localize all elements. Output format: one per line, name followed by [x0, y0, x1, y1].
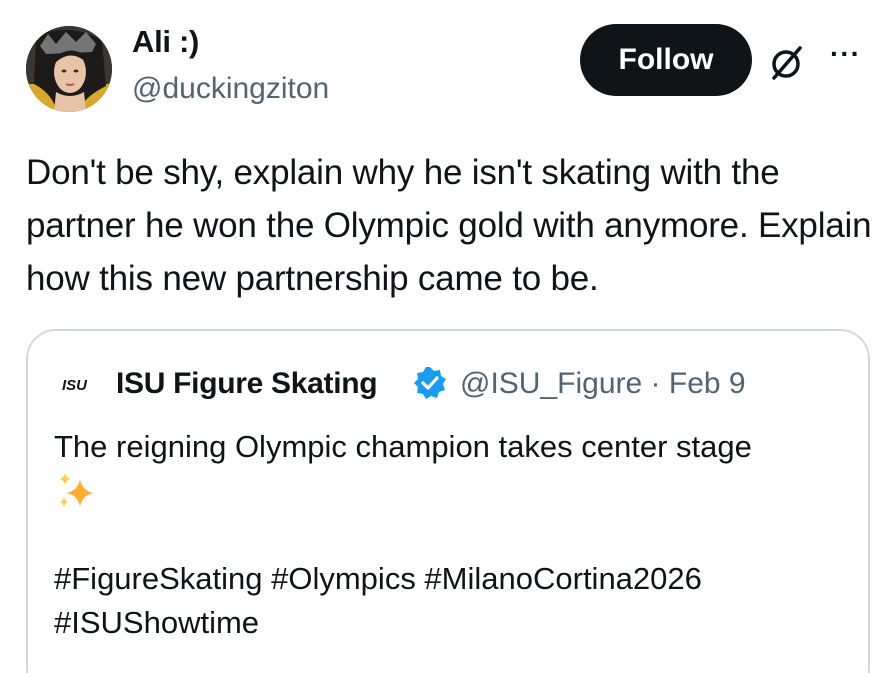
sparkles-emoji-icon — [59, 473, 94, 507]
tweet-text: Don't be shy, explain why he isn't skati… — [26, 153, 872, 298]
grok-slash-icon[interactable] — [766, 43, 806, 83]
quoted-author-handle: @ISU_Figure — [460, 367, 643, 400]
hashtags-line-2[interactable]: #ISUShowtime — [54, 601, 854, 645]
quoted-handle-line: @ISU_Figure · Feb 9 — [460, 367, 746, 401]
follow-button[interactable]: Follow — [580, 24, 752, 96]
tweet: Ali :) @duckingziton Follow ··· Don't be… — [0, 0, 888, 673]
author-name[interactable]: Ali :) — [132, 24, 199, 60]
verified-badge-icon — [414, 367, 446, 399]
quoted-author-name: ISU Figure Skating — [116, 367, 378, 400]
separator-dot: · — [650, 367, 661, 400]
author-handle[interactable]: @duckingziton — [132, 72, 329, 106]
avatar-image — [26, 26, 112, 112]
more-dots-icon[interactable]: ··· — [830, 38, 861, 70]
isu-logo-text: ISU — [62, 377, 88, 394]
quoted-tweet-text: The reigning Olympic champion takes cent… — [54, 429, 752, 464]
hashtags-line-1[interactable]: #FigureSkating #Olympics #MilanoCortina2… — [54, 557, 854, 601]
isu-logo-icon: ISU — [62, 377, 88, 394]
quoted-date[interactable]: Feb 9 — [669, 367, 746, 400]
quoted-hashtags: #FigureSkating #Olympics #MilanoCortina2… — [54, 557, 854, 645]
author-avatar[interactable] — [26, 26, 112, 112]
quoted-tweet-card[interactable]: ISU ISU Figure Skating @ISU_Figure · Feb… — [26, 329, 870, 673]
